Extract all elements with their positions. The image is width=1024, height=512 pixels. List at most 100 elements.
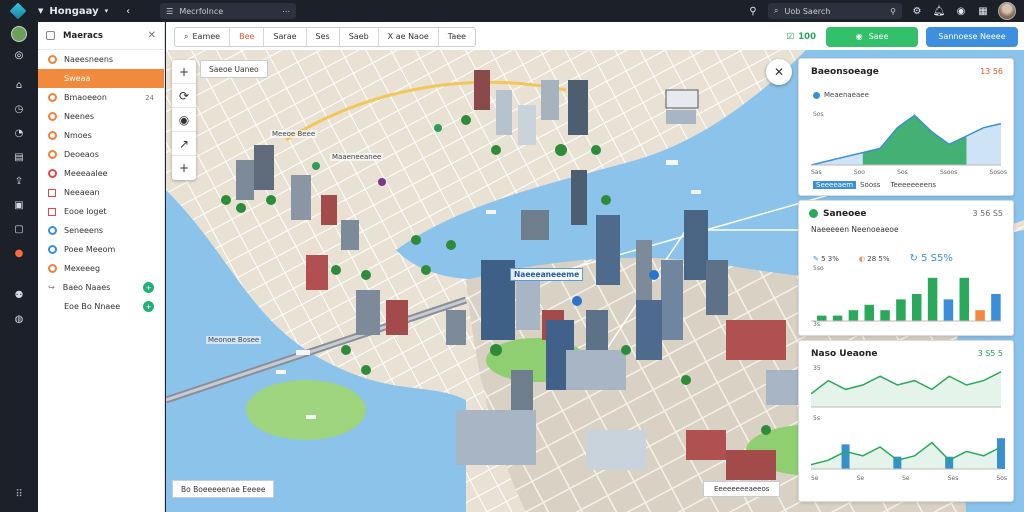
primary-action-button[interactable]: Sannoese Neeee xyxy=(926,26,1018,47)
calendar-icon[interactable]: ▣ xyxy=(8,194,30,216)
add-badge-icon[interactable]: + xyxy=(143,282,154,293)
share-icon[interactable]: ⇪ xyxy=(8,170,30,192)
layer-item-label: Bmaoeeon xyxy=(64,93,107,102)
stat-item: ✎ 5 3% xyxy=(813,255,839,263)
map-label: Meeoe Beee xyxy=(270,130,318,138)
refresh-icon: ↻ xyxy=(909,253,918,264)
toolbar-button[interactable]: X ae Naoe xyxy=(379,27,439,46)
search-icon: ⌕ xyxy=(774,6,779,15)
bar xyxy=(880,310,890,321)
layer-item-label: Naeesneens xyxy=(64,55,114,64)
map-location-chip-label: Saeoe Uaneo xyxy=(209,64,259,74)
users-icon[interactable]: ⚉ xyxy=(8,284,30,306)
chip[interactable]: Teeeeeeeens xyxy=(890,181,936,189)
bar xyxy=(817,315,827,321)
zoom-in-icon[interactable]: + xyxy=(172,60,196,84)
status-icon xyxy=(809,209,818,218)
layer-item-label: Deoeaos xyxy=(64,150,99,159)
toolbar-button[interactable]: ⌕ Eamee xyxy=(175,27,231,46)
map-zoom-controls: + ⟳ ◉ ↗ + xyxy=(172,60,196,180)
select-all-checkbox[interactable] xyxy=(46,31,55,40)
layer-item[interactable]: Seneeens xyxy=(38,221,164,240)
chip[interactable]: Sooss xyxy=(860,181,880,189)
stat-item: ◐ 28 5% xyxy=(859,255,890,263)
search-icon: ⌕ xyxy=(184,31,189,41)
global-search-input[interactable]: ⌕ Uob Saerch ⚲ xyxy=(768,3,902,19)
grid-icon[interactable]: ▦ xyxy=(976,4,990,18)
layer-item[interactable]: Deoeaos xyxy=(38,145,164,164)
zoom-out-icon[interactable]: ↗ xyxy=(172,132,196,156)
notification-icon[interactable]: 🔔︎ xyxy=(932,4,946,18)
home-icon[interactable]: ⌂ xyxy=(8,74,30,96)
layer-item[interactable]: Neeaean xyxy=(38,183,164,202)
x-tick-label: Sos xyxy=(996,475,1007,482)
layer-item[interactable]: Naeesneens xyxy=(38,50,164,69)
apps-icon[interactable]: ⠿ xyxy=(15,489,22,500)
layer-item[interactable]: Poee Meeom xyxy=(38,240,164,259)
series-area xyxy=(811,371,1001,407)
bar xyxy=(959,277,969,321)
x-tick-label: Sos xyxy=(897,169,908,176)
top-search-input[interactable]: ☰ Mecrfolnce ⋯ xyxy=(160,3,297,19)
clock-icon[interactable]: ◷ xyxy=(8,98,30,120)
close-icon[interactable]: ✕ xyxy=(766,59,792,85)
toolbar-button[interactable]: Ses xyxy=(307,27,340,46)
layer-item[interactable]: Eooe loget xyxy=(38,202,164,221)
global-search-text: Uob Saerch xyxy=(784,6,831,16)
search-icon[interactable]: ⚲ xyxy=(746,4,760,18)
document-icon[interactable]: ▤ xyxy=(8,146,30,168)
icon-rail: ◎ ⌂ ◷ ◔ ▤ ⇪ ▣ ▢ ● ⚉ ◍ ⠿ xyxy=(0,22,38,512)
bar xyxy=(864,304,874,321)
chip[interactable]: Seeeeaem xyxy=(813,181,857,189)
close-icon[interactable]: ✕ xyxy=(148,30,156,41)
coordinate-readout: Eeeeeeeeaeeos xyxy=(703,481,781,497)
layer-dot-icon xyxy=(48,112,57,121)
layers-panel-title: Maeracs xyxy=(63,30,103,41)
toolbar-button[interactable]: Bee xyxy=(230,27,265,46)
layer-item[interactable]: Nmoes xyxy=(38,126,164,145)
map-location-chip[interactable]: Saeoe Uaneo xyxy=(200,60,268,78)
settings-icon[interactable]: ⚙ xyxy=(910,4,924,18)
chart-icon[interactable]: ◔ xyxy=(8,122,30,144)
help-icon[interactable]: ◉ xyxy=(954,4,968,18)
card-title: Naso Ueaone xyxy=(811,349,878,359)
app-logo-icon[interactable] xyxy=(9,2,27,20)
rail-avatar[interactable] xyxy=(11,26,27,42)
compass-icon[interactable]: ◉ xyxy=(172,108,196,132)
layer-item-label: Nmoes xyxy=(64,131,92,140)
collapse-sidebar-icon[interactable]: ‹ xyxy=(126,6,130,17)
layer-item[interactable]: Neenes xyxy=(38,107,164,126)
workspace-switcher[interactable]: ▼ Hongaay ▾ xyxy=(38,6,108,17)
selected-building-tag[interactable]: Naeeeaneeeme xyxy=(510,268,584,281)
rotate-icon[interactable]: ⟳ xyxy=(172,84,196,108)
toolbar-button[interactable]: Taee xyxy=(439,28,475,46)
layer-item[interactable]: Mexeeeg xyxy=(38,259,164,278)
stat-value: 28 5% xyxy=(867,254,890,263)
add-badge-icon[interactable]: + xyxy=(143,301,154,312)
x-tick-label: Ses xyxy=(947,475,959,482)
compass-icon[interactable]: ◎ xyxy=(8,44,30,66)
result-count: ☑ 100 xyxy=(787,32,816,42)
toolbar-button[interactable]: Sarae xyxy=(264,27,307,46)
user-avatar[interactable] xyxy=(998,2,1016,20)
toolbar-button[interactable]: Saeb xyxy=(340,27,379,46)
area-chart-card: Baeonsoeage 13 56 Meaenaeaee Sos Sas Soo S… xyxy=(798,58,1014,196)
layer-square-icon xyxy=(48,207,56,216)
layer-item[interactable]: Bmaoeeon 24 xyxy=(38,88,164,107)
layers-panel-header: Maeracs ✕ xyxy=(38,22,164,50)
layer-item[interactable]: ↪ Baeo Naaes + xyxy=(38,278,164,297)
layer-item[interactable]: Eoe Bo Nnaee + xyxy=(38,297,164,316)
layer-item[interactable]: Sweaa xyxy=(38,69,164,88)
more-icon[interactable]: ⋯ xyxy=(282,7,290,16)
layer-dot-icon xyxy=(48,169,57,178)
layer-item[interactable]: Meeeaalee xyxy=(38,164,164,183)
add-point-icon[interactable]: + xyxy=(172,156,196,180)
help-circle-icon[interactable]: ◍ xyxy=(8,308,30,330)
lock-icon[interactable]: ▢ xyxy=(8,218,30,240)
x-tick-label: Se xyxy=(811,475,819,482)
alert-icon[interactable]: ● xyxy=(8,242,30,264)
layers-panel: Maeracs ✕ Naeesneens Sweaa Bmaoeeon 24 Neene… xyxy=(38,22,165,512)
save-button[interactable]: ◉ Saee xyxy=(826,26,918,47)
toolbar-button-label: X ae Naoe xyxy=(387,32,429,41)
stat-item: ↻ 5 S5% xyxy=(910,253,953,264)
